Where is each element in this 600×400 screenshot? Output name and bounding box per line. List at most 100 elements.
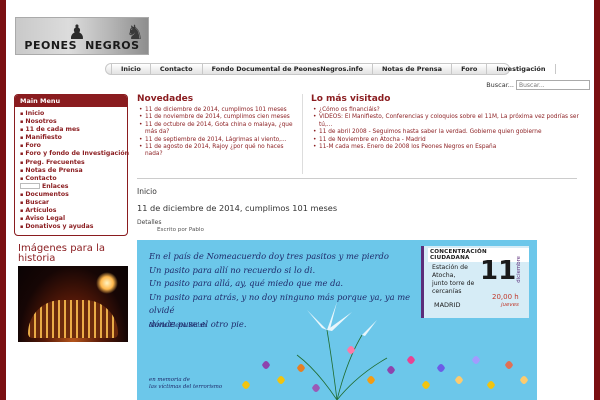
nav-item-investigacion[interactable]: Investigación (487, 64, 556, 74)
article-poster-image: En el país de Nomeacuerdo doy tres pasit… (137, 240, 537, 400)
menu-link-donativos[interactable]: Donativos y ayudas (25, 223, 93, 230)
main-menu: Main Menu ▪ Inicio ▪ Nosotros ▪ 11 de cada … (14, 94, 129, 237)
bullet-icon: ▪ (20, 191, 24, 198)
bullet-icon: ▪ (20, 224, 24, 231)
nav-item-notas-de-prensa[interactable]: Notas de Prensa (373, 64, 453, 74)
logo-text: PEONES NEGROS (24, 39, 140, 52)
mas-visitado-item[interactable]: 11 de abril 2008 - Seguimos hasta saber … (313, 129, 581, 137)
search-label: Buscar... (486, 81, 514, 89)
menu-item[interactable]: ▪ 11 de cada mes (20, 126, 123, 134)
bullet-icon: ▪ (20, 167, 24, 174)
menu-link-foro[interactable]: Foro (25, 142, 41, 149)
menu-link-nosotros[interactable]: Nosotros (25, 118, 56, 125)
menu-link-buscar[interactable]: Buscar (25, 199, 49, 206)
article-title: 11 de diciembre de 2014, cumplimos 101 m… (137, 203, 338, 213)
novedades-section: Novedades 11 de diciembre de 2014, cumpl… (137, 94, 303, 174)
bullet-icon: ▪ (20, 200, 24, 207)
menu-link-manifiesto[interactable]: Manifiesto (25, 134, 62, 141)
details-label: Detalles (137, 219, 162, 226)
mas-visitado-item[interactable]: 11-M cada mes. Enero de 2008 los Peones … (313, 144, 581, 152)
images-heading: Imágenes para la historia (18, 243, 105, 265)
menu-link-contacto[interactable]: Contacto (25, 175, 56, 182)
menu-item[interactable]: ▪ Contacto (20, 175, 123, 183)
novedades-item[interactable]: 11 de diciembre de 2014, cumplimos 101 m… (139, 107, 300, 115)
bullet-icon: ▪ (20, 208, 24, 215)
menu-link-documentos[interactable]: Documentos (25, 191, 68, 198)
event-place: Estación de Atocha, junto torre de cerca… (432, 264, 474, 296)
site-logo[interactable]: ♟ ♞ PEONES NEGROS (15, 17, 149, 55)
novedades-item[interactable]: 11 de agosto de 2014, Rajoy ¿por qué no … (139, 144, 300, 159)
event-weekday: jueves (501, 302, 519, 308)
event-day: 11 (480, 256, 517, 286)
menu-item[interactable]: ▪ Documentos (20, 191, 123, 199)
bullet-icon: ▪ (20, 216, 24, 223)
nav-item-foro[interactable]: Foro (452, 64, 488, 74)
bullet-icon: ▪ (20, 143, 24, 150)
event-place-line: Atocha, (432, 272, 456, 279)
menu-link-11-de-cada-mes[interactable]: 11 de cada mes (25, 126, 79, 133)
menu-link-notas-de-prensa[interactable]: Notas de Prensa (25, 167, 82, 174)
page: ♟ ♞ PEONES NEGROS Inicio Contacto Fondo … (6, 0, 594, 400)
nav-item-inicio[interactable]: Inicio (111, 64, 151, 74)
bullet-icon: ▪ (20, 111, 24, 117)
event-place-line: junto torre de (432, 280, 475, 287)
search-box: Buscar... (486, 80, 590, 90)
event-city: MADRID (434, 301, 461, 309)
menu-item[interactable]: ▪ Nosotros (20, 118, 123, 126)
memoria-line: las víctimas del terrorismo (149, 384, 223, 390)
nav-item-fondo-documental[interactable]: Fondo Documental de PeonesNegros.info (203, 64, 373, 74)
article-section-label: Inicio (137, 187, 157, 196)
bullet-icon: ▪ (20, 159, 24, 166)
menu-item[interactable]: Enlaces (20, 182, 123, 191)
bullet-icon: ▪ (20, 175, 24, 182)
menu-link-preguntas[interactable]: Preg. Frecuentes (25, 159, 84, 166)
divider (137, 178, 577, 179)
novedades-item[interactable]: 11 de octubre de 2014, Gota china o mala… (139, 122, 300, 137)
menu-item[interactable]: ▪ Manifiesto (20, 134, 123, 142)
broken-image-icon (20, 182, 40, 189)
menu-link-foro-investigacion[interactable]: Foro y fondo de Investigación (25, 150, 129, 157)
bullet-icon: ▪ (20, 119, 24, 126)
firework-graphic (96, 272, 118, 295)
building-graphic (28, 300, 118, 339)
menu-item[interactable]: ▪ Preg. Frecuentes (20, 159, 123, 167)
search-input[interactable] (516, 80, 590, 90)
menu-item[interactable]: ▪ Notas de Prensa (20, 167, 123, 175)
menu-item[interactable]: ▪ Artículos (20, 207, 123, 215)
mas-visitado-title: Lo más visitado (311, 94, 391, 104)
event-place-line: cercanías (432, 288, 462, 295)
menu-item[interactable]: ▪ Foro y fondo de Investigación (20, 150, 129, 158)
menu-link-articulos[interactable]: Artículos (25, 207, 56, 214)
event-box: CONCENTRACIÓN CIUDADANA Estación de Atoc… (421, 246, 529, 318)
mas-visitado-section: Lo más visitado ¿Cómo os financiáis? VID… (311, 94, 581, 174)
menu-item[interactable]: ▪ Donativos y ayudas (20, 223, 123, 231)
novedades-item[interactable]: 11 de noviembre de 2014, cumplimos cien … (139, 114, 300, 122)
bullet-icon: ▪ (20, 127, 24, 134)
memoria-text: en memoria de las víctimas del terrorism… (149, 377, 222, 391)
menu-item[interactable]: ▪ Inicio (20, 110, 123, 118)
featured-lists: Novedades 11 de diciembre de 2014, cumpl… (137, 94, 587, 174)
header: ♟ ♞ PEONES NEGROS (6, 0, 594, 62)
event-place-line: Estación de (432, 264, 468, 271)
menu-link-aviso-legal[interactable]: Aviso Legal (25, 215, 65, 222)
history-image[interactable] (18, 266, 128, 343)
event-month: diciembre (516, 256, 522, 283)
menu-item[interactable]: ▪ Buscar (20, 199, 123, 207)
bullet-icon: ▪ (20, 135, 24, 142)
memoria-line: en memoria de (149, 377, 190, 383)
novedades-item[interactable]: 11 de septiembre de 2014, Lágrimas al vi… (139, 137, 300, 145)
article-author: Escrito por Pablo (157, 227, 204, 233)
bullet-icon: ▪ (20, 151, 24, 158)
left-column: Main Menu ▪ Inicio ▪ Nosotros ▪ 11 de cada … (14, 94, 129, 343)
main-menu-title: Main Menu (15, 95, 127, 107)
menu-item[interactable]: ▪ Aviso Legal (20, 215, 123, 223)
menu-link-enlaces[interactable]: Enlaces (42, 183, 68, 190)
event-time: 20,00 h (492, 293, 519, 301)
nav-item-contacto[interactable]: Contacto (151, 64, 203, 74)
top-nav: Inicio Contacto Fondo Documental de Peon… (105, 63, 556, 75)
novedades-title: Novedades (137, 94, 194, 104)
mas-visitado-item[interactable]: VIDEOS: El Manifiesto, Conferencias y co… (313, 114, 581, 129)
menu-link-inicio[interactable]: Inicio (25, 110, 44, 117)
mas-visitado-item[interactable]: 11 de Noviembre en Atocha - Madrid (313, 137, 581, 145)
main-content: Novedades 11 de diciembre de 2014, cumpl… (137, 94, 587, 400)
